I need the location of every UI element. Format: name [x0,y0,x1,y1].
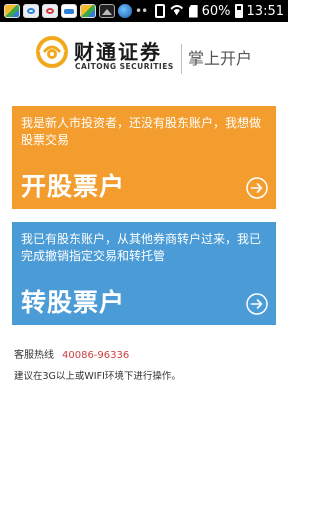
network-tip: 建议在3G以上或WIFI环境下进行操作。 [14,371,181,382]
transfer-account-description: 我已有股东账户，从其他券商转户过来，我已完成撤销指定交易和转托管 [21,232,262,263]
battery-icon [234,4,243,18]
app-icon [80,4,96,18]
app-icon [4,4,20,18]
app-icon [61,4,77,18]
transfer-account-button[interactable]: 我已有股东账户，从其他券商转户过来，我已完成撤销指定交易和转托管 转股票户 [12,222,276,325]
arrow-right-circle-icon [246,177,268,199]
status-bar: •• 60% 13:51 [0,0,288,22]
page-title: 掌上开户 [188,49,253,68]
notification-icons: •• [4,4,148,18]
hotline-label: 客服热线 [14,350,54,361]
arrow-right-circle-icon [246,293,268,315]
clock: 13:51 [246,3,284,19]
globe-icon [118,4,132,18]
app-icon [42,4,58,18]
hotline: 客服热线 40086-96336 [14,346,129,361]
open-account-title: 开股票户 [21,172,126,201]
transfer-account-title: 转股票户 [21,288,126,317]
brand-name: 财通证券 [74,40,162,64]
more-notifications-icon: •• [135,4,148,18]
brand-english: CAITONG SECURITIES [75,62,174,71]
open-account-description: 我是新人市投资者，还没有股东账户，我想做股票交易 [21,116,262,147]
wifi-icon [169,5,185,17]
divider [181,44,182,74]
image-icon [99,4,115,18]
open-account-button[interactable]: 我是新人市投资者，还没有股东账户，我想做股票交易 开股票户 [12,106,276,209]
hotline-number-link[interactable]: 40086-96336 [62,350,129,361]
sim-icon [188,4,198,18]
vibrate-icon [154,4,165,18]
caitong-logo-icon [36,36,68,68]
app-icon [23,4,39,18]
battery-percent: 60% [201,3,231,19]
